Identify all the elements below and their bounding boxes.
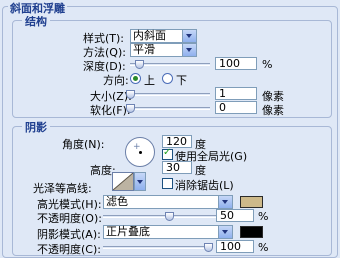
shadow-mode-label: 阴影模式(A):: [37, 228, 101, 241]
size-input[interactable]: 1: [215, 87, 257, 100]
size-slider[interactable]: [130, 93, 210, 96]
style-select-value: 内斜面: [133, 29, 166, 42]
chevron-down-icon: [137, 180, 143, 184]
soften-slider-thumb[interactable]: [126, 104, 135, 113]
chevron-down-icon[interactable]: [182, 44, 196, 56]
altitude-unit: 度: [195, 164, 206, 177]
gloss-contour-dropdown[interactable]: [134, 172, 146, 191]
direction-down-label[interactable]: 下: [176, 72, 187, 88]
soften-label: 软化(F):: [90, 104, 131, 117]
gloss-contour-picker[interactable]: [112, 172, 134, 191]
antialias-checkbox[interactable]: [162, 178, 173, 189]
depth-unit: %: [262, 58, 273, 71]
chevron-down-icon[interactable]: [218, 196, 232, 208]
technique-select[interactable]: 平滑: [130, 43, 197, 57]
global-light-checkbox[interactable]: [162, 147, 173, 160]
contour-icon: [113, 173, 133, 190]
direction-up-label[interactable]: 上: [144, 72, 155, 88]
shadow-opacity-unit: %: [258, 241, 269, 254]
angle-dial[interactable]: +: [125, 137, 155, 167]
shadow-mode-value: 正片叠底: [106, 225, 150, 238]
soften-unit: 像素: [262, 104, 284, 117]
angle-dial-center: [139, 151, 142, 154]
angle-label: 角度(N):: [62, 138, 105, 151]
depth-input[interactable]: 100: [215, 57, 257, 70]
highlight-color-swatch[interactable]: [240, 196, 263, 208]
highlight-opacity-input[interactable]: 50: [216, 209, 254, 222]
antialias-label[interactable]: 消除锯齿(L): [175, 177, 234, 193]
highlight-opacity-slider-thumb[interactable]: [165, 212, 174, 221]
direction-label: 方向:: [103, 74, 129, 87]
technique-select-value: 平滑: [133, 43, 155, 56]
shadow-opacity-slider[interactable]: [103, 246, 213, 249]
soften-slider[interactable]: [130, 107, 210, 110]
shadow-mode-select[interactable]: 正片叠底: [103, 225, 233, 239]
size-slider-thumb[interactable]: [126, 90, 135, 99]
direction-up-radio[interactable]: [130, 73, 141, 84]
soften-input[interactable]: 0: [215, 101, 257, 114]
shadow-color-swatch[interactable]: [240, 226, 263, 238]
highlight-mode-select[interactable]: 滤色: [103, 195, 233, 209]
highlight-opacity-label: 不透明度(O):: [37, 212, 102, 225]
shadow-opacity-label: 不透明度(C):: [37, 243, 101, 256]
chevron-down-icon[interactable]: [218, 226, 232, 238]
style-select[interactable]: 内斜面: [130, 29, 197, 43]
direction-down-radio[interactable]: [162, 73, 173, 84]
chevron-down-icon[interactable]: [182, 30, 196, 42]
depth-slider-thumb[interactable]: [135, 60, 144, 69]
highlight-mode-value: 滤色: [106, 195, 128, 208]
panel-title: 斜面和浮雕: [8, 0, 67, 16]
shading-legend: 阴影: [22, 119, 50, 135]
shadow-opacity-slider-thumb[interactable]: [204, 243, 213, 252]
shadow-opacity-input[interactable]: 100: [216, 240, 254, 253]
gloss-contour-label: 光泽等高线:: [33, 182, 92, 195]
highlight-opacity-unit: %: [258, 210, 269, 223]
altitude-input[interactable]: 30: [162, 161, 192, 174]
